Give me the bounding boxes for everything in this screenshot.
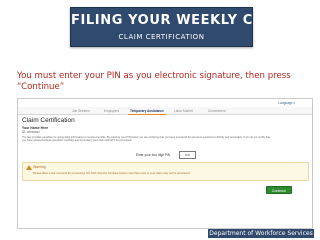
nav-item-job-seekers[interactable]: Job Seekers	[72, 109, 90, 113]
footer-text: Department of Workforce Services	[209, 230, 313, 237]
warning-title: Warning	[33, 165, 46, 169]
title-banner: FILING YOUR WEEKLY CLAIM CLAIM CERTIFICA…	[70, 7, 292, 47]
slide-subtitle: CLAIM CERTIFICATION	[118, 33, 205, 41]
page-title: Claim Certification	[22, 117, 75, 124]
nav-item-government[interactable]: Government	[208, 109, 226, 113]
top-nav: Job Seekers Employers Temporary Assistan…	[18, 107, 312, 115]
instruction-text: You must enter your PIN as you electroni…	[17, 71, 291, 92]
nav-item-labor-market[interactable]: Labor Market	[174, 109, 193, 113]
slide-title: FILING YOUR WEEKLY CLAIM	[71, 13, 292, 28]
footer-label: Department of Workforce Services	[208, 229, 314, 238]
active-tab-indicator	[128, 114, 166, 115]
language-link[interactable]: Language ▾	[278, 101, 295, 105]
warning-text: Please allow a few moments for processin…	[33, 172, 191, 175]
pin-input[interactable]	[179, 151, 196, 159]
warning-box: Warning Please allow a few moments for p…	[22, 162, 309, 181]
warning-icon	[26, 165, 32, 170]
pin-label: Enter your four digit PIN	[136, 153, 171, 157]
page-content: Claim Certification Your Name Here ID: x…	[22, 117, 309, 225]
continue-button[interactable]: Continue	[266, 186, 292, 194]
nav-item-employers[interactable]: Employers	[104, 109, 119, 113]
nav-item-temporary-assistance[interactable]: Temporary Assistance	[130, 109, 164, 113]
claim-certification-screenshot: Language ▾ Job Seekers Employers Tempora…	[17, 98, 313, 229]
user-id: ID: xxxxxxxx	[22, 130, 40, 134]
legal-disclaimer: The law provides penalties for giving fa…	[22, 136, 271, 143]
